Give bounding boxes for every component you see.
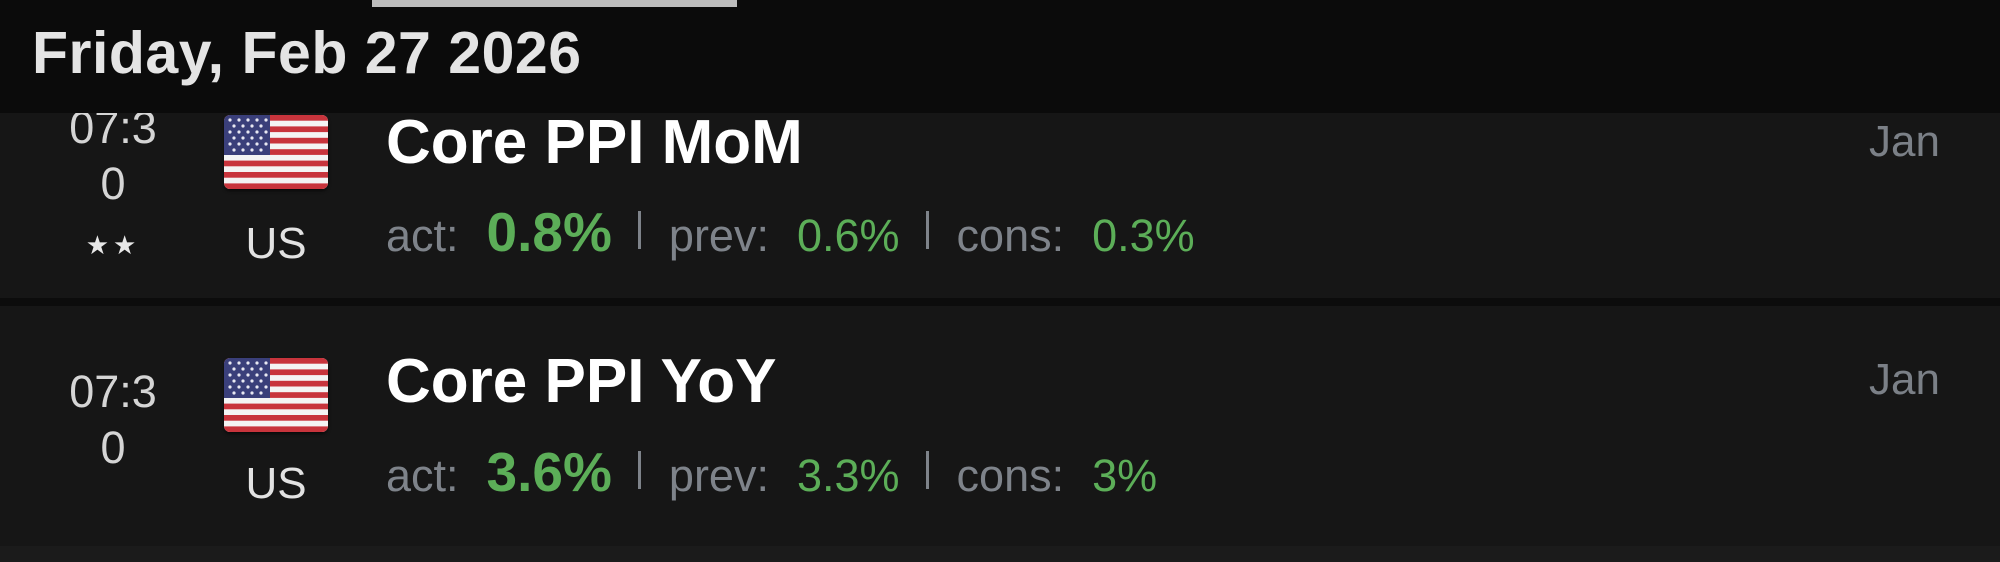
stat-divider [637,451,641,489]
previous-label: prev: [668,210,769,261]
event-stats: act: 3.6% prev: 3.3% cons: 3% [386,440,1158,503]
us-flag-icon [224,115,328,189]
date-section-header: Friday, Feb 27 2026 [0,0,2000,113]
consensus-label: cons: [956,210,1065,261]
previous-value: 3.3% [796,450,900,501]
event-title: Core PPI MoM [386,108,803,177]
event-row-core-ppi-yoy[interactable]: 07:3 0 US Core PPI YoY Jan act: 3.6% pre… [0,306,2000,546]
event-title: Core PPI YoY [386,347,777,416]
event-time: 07:3 0 [48,100,178,212]
country-code: US [245,459,307,508]
previous-value: 0.6% [796,210,900,261]
consensus-label: cons: [956,450,1065,501]
next-row-edge [0,546,2000,562]
stat-divider [637,211,641,249]
actual-value: 0.8% [486,201,612,263]
us-flag-graphic [224,115,328,189]
event-row-core-ppi-mom[interactable]: 07:3 0 ★★ US Core PPI MoM Jan act: 0.8% … [0,102,2000,298]
country-code: US [245,219,307,268]
calendar-screen: 07:3 0 ★★ US Core PPI MoM Jan act: 0.8% … [0,0,2000,562]
consensus-value: 3% [1092,450,1158,501]
event-period: Jan [1869,117,1940,166]
event-time-hour: 07:3 [69,366,157,417]
event-period: Jan [1869,355,1940,404]
us-flag-graphic [224,358,328,432]
row-divider [0,298,2000,306]
event-stats: act: 0.8% prev: 0.6% cons: 0.3% [386,200,1195,263]
consensus-value: 0.3% [1092,210,1195,261]
actual-value: 3.6% [486,441,612,503]
actual-label: act: [386,210,459,261]
event-time-minute: 0 [100,158,126,209]
stat-divider [925,451,929,489]
stat-divider [925,211,929,249]
previous-label: prev: [668,450,769,501]
date-title: Friday, Feb 27 2026 [32,20,582,86]
event-time: 07:3 0 [48,364,178,476]
us-flag-icon [224,358,328,432]
importance-stars: ★★ [85,230,141,260]
active-tab-indicator [372,0,737,7]
event-time-minute: 0 [100,422,126,473]
actual-label: act: [386,450,459,501]
